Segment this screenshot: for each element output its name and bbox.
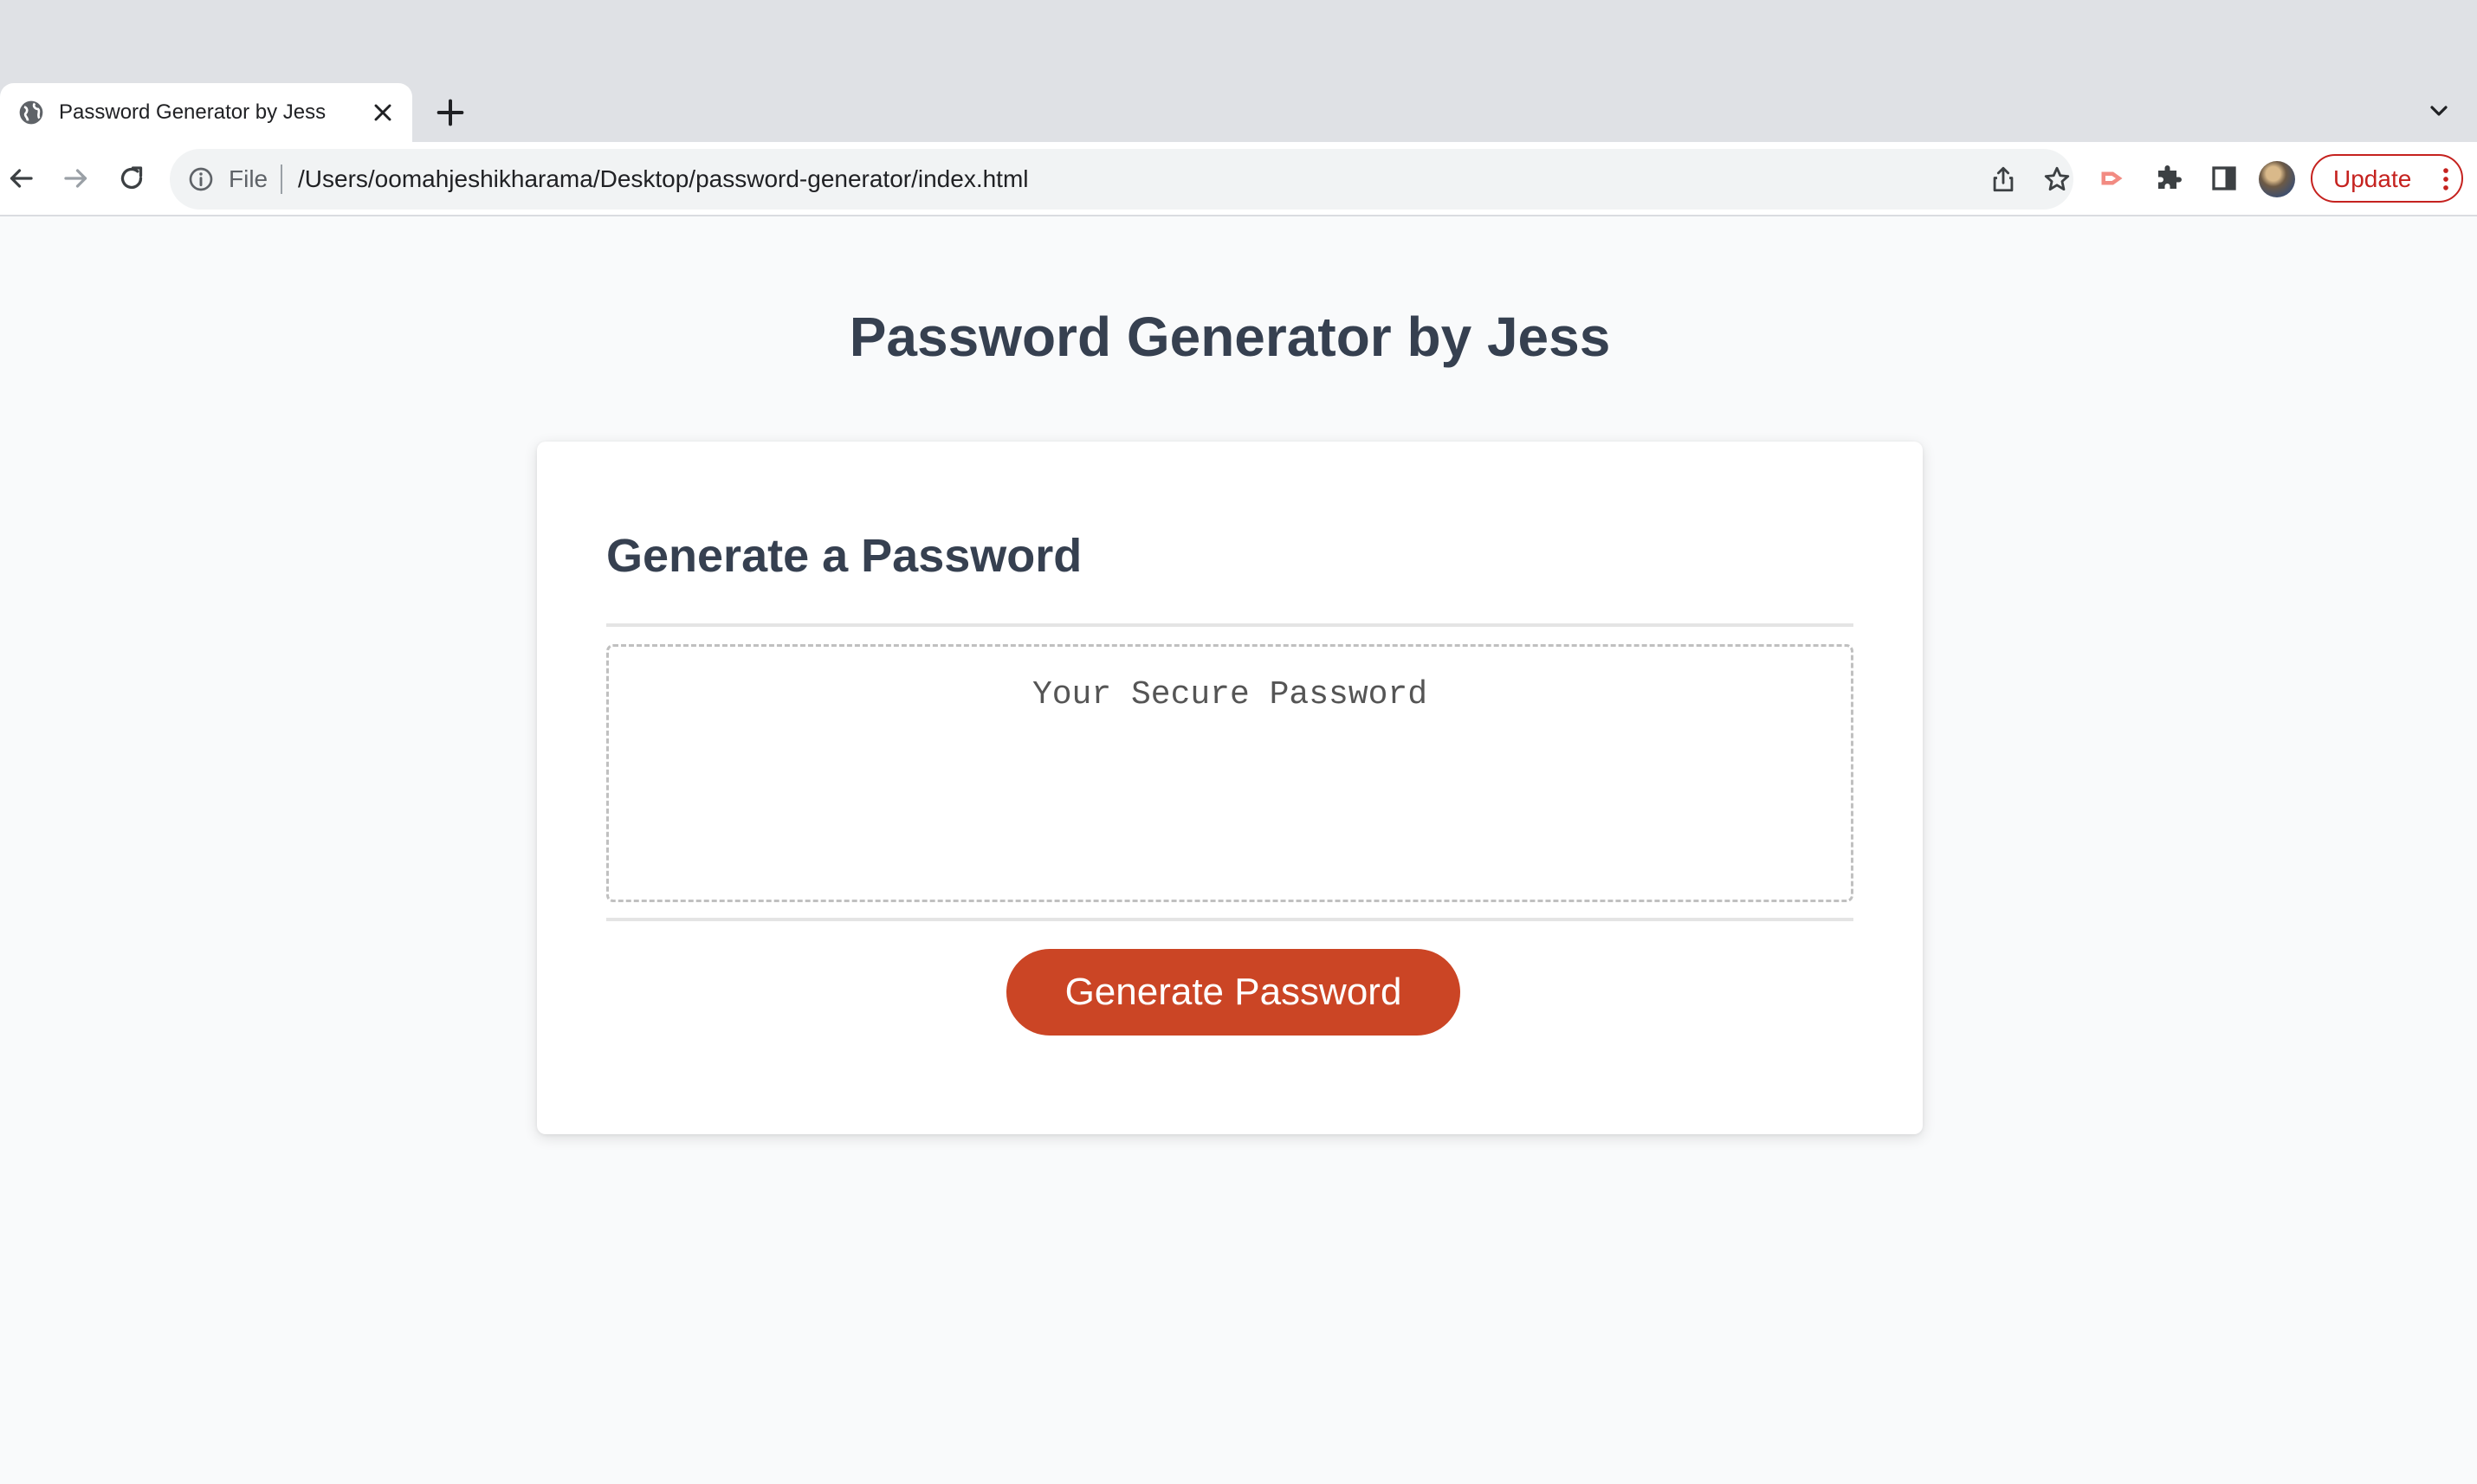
profile-avatar[interactable]	[2259, 161, 2295, 197]
reload-button[interactable]	[113, 159, 151, 197]
update-label: Update	[2333, 165, 2412, 192]
close-icon[interactable]	[369, 99, 397, 126]
url-text[interactable]: /Users/oomahjeshikharama/Desktop/passwor…	[298, 165, 1029, 193]
extensions-button[interactable]	[2150, 159, 2188, 197]
share-icon[interactable]	[1989, 165, 2018, 194]
generate-password-button[interactable]: Generate Password	[1006, 949, 1460, 1036]
back-arrow-icon	[10, 169, 33, 188]
side-panel-button[interactable]	[2205, 159, 2243, 197]
page-title: Password Generator by Jess	[849, 306, 1611, 368]
chevron-down-icon[interactable]	[2425, 97, 2453, 125]
globe-icon	[19, 100, 43, 125]
forward-arrow-icon	[64, 169, 87, 188]
star-icon[interactable]	[2042, 165, 2072, 194]
active-tab[interactable]: Password Generator by Jess	[0, 83, 412, 142]
divider	[606, 623, 1853, 627]
info-icon[interactable]	[187, 165, 215, 193]
more-vert-icon[interactable]	[2435, 165, 2456, 194]
address-bar[interactable]: File /Users/oomahjeshikharama/Desktop/pa…	[170, 149, 2073, 210]
card-title: Generate a Password	[606, 530, 1083, 582]
update-button[interactable]: Update	[2311, 154, 2463, 203]
password-output[interactable]	[606, 644, 1853, 902]
cast-extension-icon	[2101, 171, 2123, 185]
generator-card: Generate a Password Generate Password	[537, 442, 1923, 1134]
tab-title: Password Generator by Jess	[59, 100, 327, 124]
side-panel-icon	[2212, 166, 2236, 190]
divider	[606, 918, 1853, 921]
scheme-label: File	[229, 165, 268, 192]
tab-strip: Password Generator by Jess	[0, 0, 2477, 142]
reload-icon	[120, 166, 143, 190]
puzzle-icon	[2158, 165, 2182, 189]
cast-extension-button[interactable]	[2094, 159, 2132, 197]
forward-button[interactable]	[57, 159, 95, 197]
back-button[interactable]	[2, 159, 40, 197]
omnibox-divider	[281, 165, 282, 194]
plus-icon[interactable]	[433, 95, 468, 130]
browser-toolbar: File /Users/oomahjeshikharama/Desktop/pa…	[0, 142, 2477, 216]
